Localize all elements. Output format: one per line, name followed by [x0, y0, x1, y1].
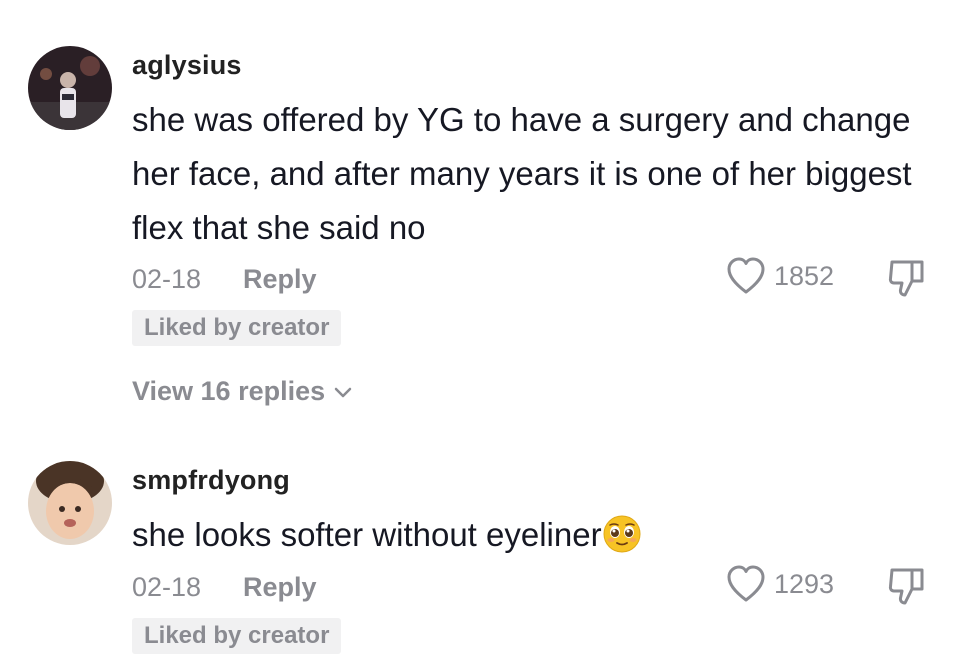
pleading-face-emoji	[602, 514, 642, 554]
like-count: 1852	[774, 260, 835, 291]
comments-panel: aglysius she was offered by YG to have a…	[0, 0, 960, 666]
view-replies-label: View 16 replies	[132, 376, 326, 406]
comment-date: 02-18	[132, 572, 202, 602]
comment-text-content: she looks softer without eyeliner	[132, 516, 602, 553]
dislike-button[interactable]	[886, 257, 930, 301]
comment-text: she was offered by YG to have a surgery …	[132, 101, 912, 246]
avatar[interactable]	[28, 46, 112, 130]
heart-outline-icon	[727, 257, 765, 294]
dislike-button[interactable]	[886, 565, 930, 609]
view-replies-button[interactable]: View 16 replies	[132, 376, 353, 407]
reply-button[interactable]: Reply	[243, 264, 317, 295]
like-button[interactable]: 1852	[726, 256, 834, 296]
comment-text: she looks softer without eyeliner	[132, 508, 912, 562]
comment-username[interactable]: smpfrdyong	[132, 465, 290, 496]
liked-by-creator-badge: Liked by creator	[132, 618, 342, 654]
avatar[interactable]	[28, 461, 112, 545]
heart-outline-icon	[727, 565, 765, 602]
reply-button[interactable]: Reply	[243, 572, 317, 603]
thumbs-down-icon	[888, 568, 924, 605]
comment-date: 02-18	[132, 264, 202, 294]
like-button[interactable]: 1293	[726, 564, 834, 604]
like-count: 1293	[774, 568, 835, 599]
thumbs-down-icon	[888, 260, 924, 297]
liked-by-creator-badge: Liked by creator	[132, 310, 342, 346]
chevron-down-icon	[334, 387, 352, 397]
comment-username[interactable]: aglysius	[132, 50, 242, 81]
